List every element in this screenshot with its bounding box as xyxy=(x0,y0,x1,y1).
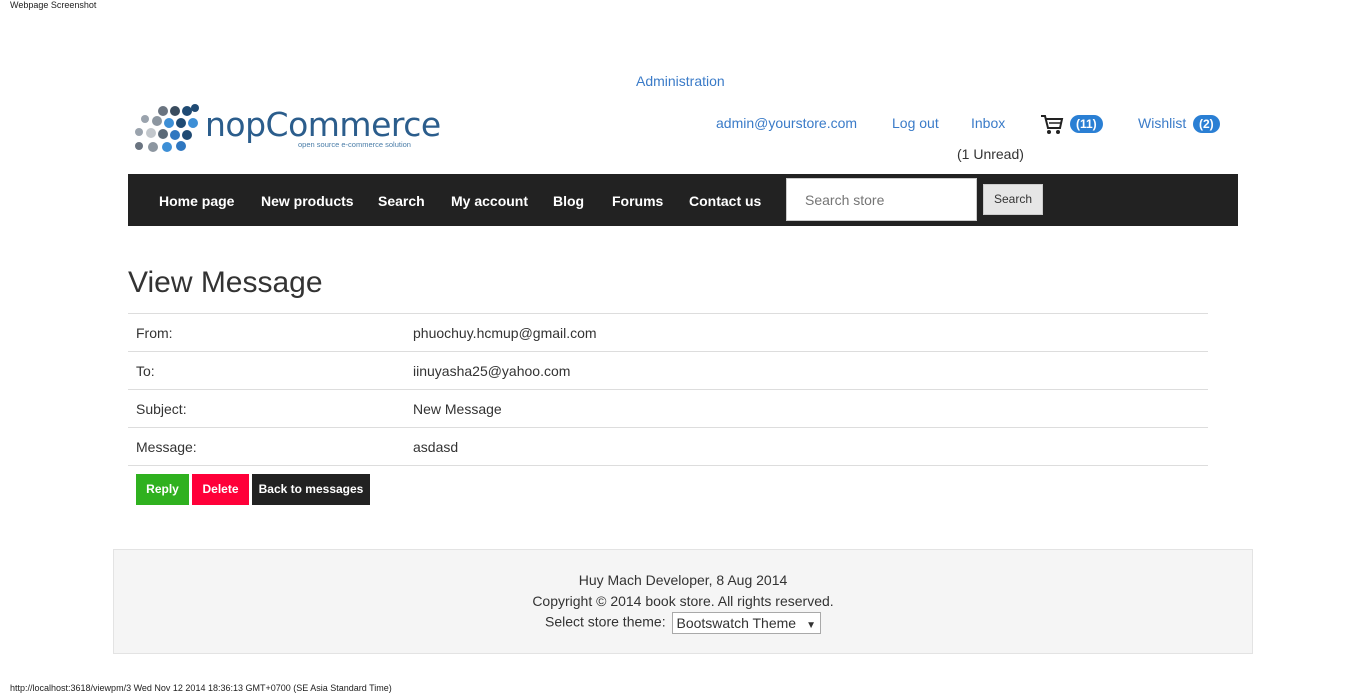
status-bar-url: http://localhost:3618/viewpm/3 Wed Nov 1… xyxy=(10,683,392,693)
search-button[interactable]: Search xyxy=(983,184,1043,215)
message-row-body: Message: asdasd xyxy=(128,427,1208,466)
screenshot-caption: Webpage Screenshot xyxy=(10,0,97,10)
delete-button[interactable]: Delete xyxy=(192,474,249,505)
main-navbar: Home page New products Search My account… xyxy=(128,174,1238,226)
page-footer: Huy Mach Developer, 8 Aug 2014 Copyright… xyxy=(113,549,1253,654)
back-to-messages-button[interactable]: Back to messages xyxy=(252,474,370,505)
from-value: phuochuy.hcmup@gmail.com xyxy=(413,324,597,341)
theme-select[interactable]: Bootswatch Theme ▼ xyxy=(671,612,821,634)
nav-contact-us[interactable]: Contact us xyxy=(689,193,761,209)
dot-cluster-logo-icon xyxy=(135,104,199,152)
reply-button[interactable]: Reply xyxy=(136,474,189,505)
cart-count-badge[interactable]: (11) xyxy=(1070,115,1103,133)
footer-developer-line: Huy Mach Developer, 8 Aug 2014 xyxy=(578,572,788,588)
dropdown-arrow-icon: ▼ xyxy=(806,620,816,631)
message-row-subject: Subject: New Message xyxy=(128,389,1208,428)
message-details-table: From: phuochuy.hcmup@gmail.com To: iinuy… xyxy=(128,313,1208,466)
wishlist-count-badge[interactable]: (2) xyxy=(1193,115,1220,133)
store-logo[interactable]: nopCommerce open source e-commerce solut… xyxy=(133,103,441,155)
logo-tagline: open source e-commerce solution xyxy=(298,140,411,149)
subject-value: New Message xyxy=(413,400,502,417)
to-value: iinuyasha25@yahoo.com xyxy=(413,362,571,379)
shopping-cart-icon[interactable] xyxy=(1040,114,1064,136)
subject-label: Subject: xyxy=(136,400,187,417)
nav-new-products[interactable]: New products xyxy=(261,193,354,209)
inbox-link[interactable]: Inbox xyxy=(971,115,1005,131)
to-label: To: xyxy=(136,362,155,379)
logo-name: nopCommerce xyxy=(205,105,441,144)
message-value: asdasd xyxy=(413,438,459,455)
wishlist-link[interactable]: Wishlist xyxy=(1138,115,1186,131)
theme-label: Select store theme: xyxy=(544,613,666,630)
inbox-unread-count: (1 Unread) xyxy=(957,146,1024,162)
administration-link[interactable]: Administration xyxy=(636,73,725,89)
message-row-to: To: iinuyasha25@yahoo.com xyxy=(128,351,1208,390)
from-label: From: xyxy=(136,324,173,341)
theme-selector-row: Select store theme: Bootswatch Theme ▼ xyxy=(114,612,1252,634)
theme-select-value: Bootswatch Theme xyxy=(676,615,797,631)
nav-home-page[interactable]: Home page xyxy=(159,193,234,209)
message-row-from: From: phuochuy.hcmup@gmail.com xyxy=(128,313,1208,352)
footer-copyright: Copyright © 2014 book store. All rights … xyxy=(532,593,834,609)
nav-blog[interactable]: Blog xyxy=(553,193,584,209)
page-title: View Message xyxy=(128,266,323,299)
message-label: Message: xyxy=(136,438,197,455)
account-link[interactable]: admin@yourstore.com xyxy=(716,115,857,131)
logout-link[interactable]: Log out xyxy=(892,115,939,131)
nav-forums[interactable]: Forums xyxy=(612,193,663,209)
search-store-input[interactable] xyxy=(786,178,977,221)
nav-my-account[interactable]: My account xyxy=(451,193,528,209)
nav-search[interactable]: Search xyxy=(378,193,425,209)
